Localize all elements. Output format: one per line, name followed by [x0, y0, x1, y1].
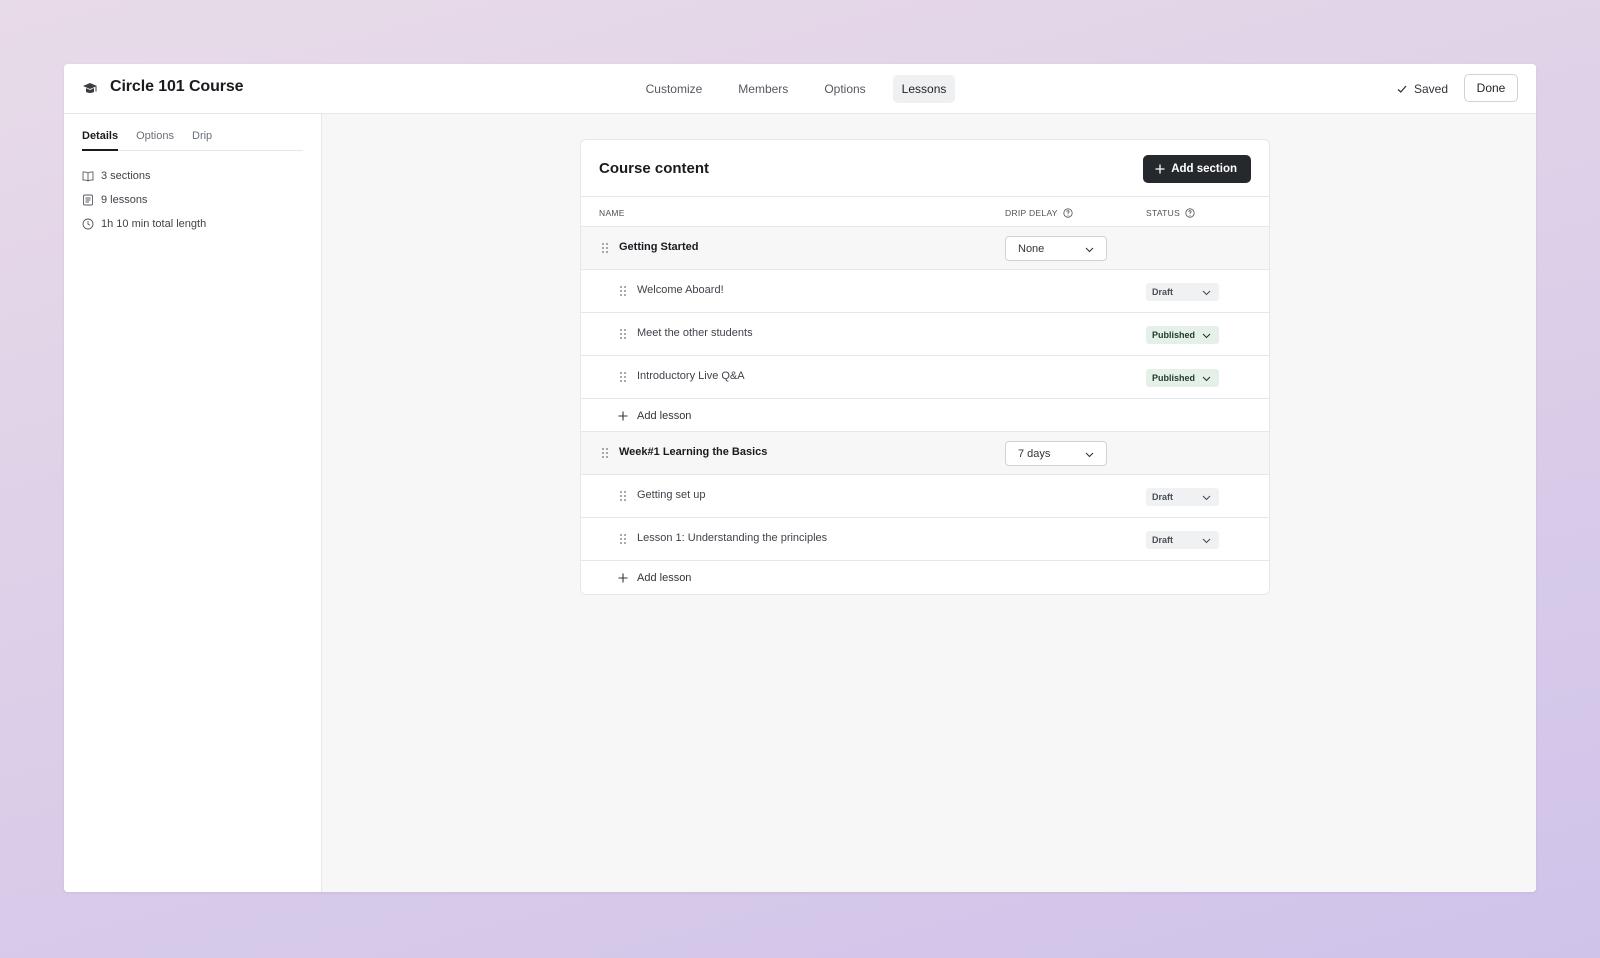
course-editor-window: Circle 101 Course Customize Members Opti… — [64, 64, 1536, 892]
help-icon[interactable] — [1185, 208, 1195, 218]
sidebar: Details Options Drip 3 sections 9 lesson… — [64, 114, 322, 892]
lesson-row[interactable]: Welcome Aboard! Draft — [581, 270, 1269, 313]
drag-handle-icon[interactable] — [601, 242, 609, 254]
top-bar: Circle 101 Course Customize Members Opti… — [64, 64, 1536, 114]
drag-handle-icon[interactable] — [619, 533, 627, 545]
lesson-name: Getting set up — [637, 489, 706, 501]
plus-icon — [1155, 164, 1165, 174]
status-value: Published — [1152, 373, 1196, 383]
chevron-down-icon — [1202, 376, 1211, 382]
drag-handle-icon[interactable] — [619, 490, 627, 502]
help-icon[interactable] — [1063, 208, 1073, 218]
add-section-button[interactable]: Add section — [1143, 155, 1251, 183]
status-select[interactable]: Draft — [1146, 283, 1219, 301]
status-select[interactable]: Draft — [1146, 531, 1219, 549]
tab-lessons[interactable]: Lessons — [892, 75, 956, 103]
tab-options[interactable]: Options — [815, 75, 874, 103]
top-nav: Customize Members Options Lessons — [64, 75, 1536, 103]
add-section-label: Add section — [1171, 163, 1237, 175]
sidebar-tabs: Details Options Drip — [82, 128, 303, 151]
section-name: Getting Started — [619, 241, 699, 253]
main-area: Course content Add section NAME DRIP DEL… — [322, 114, 1536, 892]
lesson-name: Introductory Live Q&A — [637, 370, 745, 382]
lesson-name: Meet the other students — [637, 327, 753, 339]
status-value: Draft — [1152, 535, 1174, 545]
stat-sections-label: 3 sections — [101, 170, 151, 182]
stat-lessons-label: 9 lessons — [101, 194, 148, 206]
chevron-down-icon — [1202, 333, 1211, 339]
sidebar-tab-drip[interactable]: Drip — [192, 128, 212, 151]
section-name: Week#1 Learning the Basics — [619, 446, 768, 458]
book-icon — [82, 171, 94, 182]
table-header: NAME DRIP DELAY STATUS — [581, 197, 1269, 227]
course-content-card: Course content Add section NAME DRIP DEL… — [580, 139, 1270, 595]
column-drip-delay: DRIP DELAY — [1005, 208, 1073, 218]
course-stats: 3 sections 9 lessons 1h 10 min total len… — [82, 168, 206, 240]
drag-handle-icon[interactable] — [619, 285, 627, 297]
status-select[interactable]: Published — [1146, 369, 1219, 387]
lesson-row[interactable]: Meet the other students Published — [581, 313, 1269, 356]
plus-icon — [618, 411, 628, 421]
drag-handle-icon[interactable] — [619, 371, 627, 383]
tab-customize[interactable]: Customize — [637, 75, 712, 103]
lesson-row[interactable]: Introductory Live Q&A Published — [581, 356, 1269, 399]
column-name-label: NAME — [599, 208, 625, 218]
lesson-name: Welcome Aboard! — [637, 284, 724, 296]
stat-lessons: 9 lessons — [82, 192, 206, 208]
add-lesson-row: Add lesson — [581, 399, 1269, 432]
status-select[interactable]: Published — [1146, 326, 1219, 344]
chevron-down-icon — [1085, 452, 1094, 458]
drip-delay-value: 7 days — [1018, 448, 1051, 460]
drip-delay-value: None — [1018, 243, 1045, 255]
section-row[interactable]: Getting Started None — [581, 227, 1269, 270]
column-status-label: STATUS — [1146, 208, 1181, 218]
section-row[interactable]: Week#1 Learning the Basics 7 days — [581, 432, 1269, 475]
chevron-down-icon — [1202, 495, 1211, 501]
drip-delay-select[interactable]: 7 days — [1005, 441, 1107, 466]
sidebar-tab-details[interactable]: Details — [82, 128, 119, 151]
drag-handle-icon[interactable] — [601, 447, 609, 459]
done-button[interactable]: Done — [1464, 74, 1518, 102]
chevron-down-icon — [1202, 290, 1211, 296]
lesson-name: Lesson 1: Understanding the principles — [637, 532, 828, 544]
column-drip-delay-label: DRIP DELAY — [1005, 208, 1058, 218]
plus-icon — [618, 573, 628, 583]
clock-icon — [82, 218, 94, 230]
check-icon — [1397, 85, 1407, 93]
column-status: STATUS — [1146, 208, 1195, 218]
column-name: NAME — [599, 208, 625, 218]
card-title: Course content — [599, 160, 710, 177]
drip-delay-select[interactable]: None — [1005, 236, 1107, 261]
status-value: Draft — [1152, 492, 1174, 502]
lesson-row[interactable]: Getting set up Draft — [581, 475, 1269, 518]
add-lesson-button[interactable]: Add lesson — [618, 410, 691, 422]
tab-members[interactable]: Members — [729, 75, 797, 103]
stat-length-label: 1h 10 min total length — [101, 218, 207, 230]
stat-length: 1h 10 min total length — [82, 216, 206, 232]
sidebar-tab-options[interactable]: Options — [136, 128, 174, 151]
saved-indicator: Saved — [1396, 82, 1448, 96]
chevron-down-icon — [1085, 247, 1094, 253]
lesson-row[interactable]: Lesson 1: Understanding the principles D… — [581, 518, 1269, 561]
drag-handle-icon[interactable] — [619, 328, 627, 340]
chevron-down-icon — [1202, 538, 1211, 544]
status-value: Published — [1152, 330, 1196, 340]
stat-sections: 3 sections — [82, 168, 206, 184]
add-lesson-label: Add lesson — [637, 572, 692, 584]
card-header: Course content Add section — [581, 140, 1269, 197]
add-lesson-button[interactable]: Add lesson — [618, 572, 691, 584]
document-icon — [83, 194, 93, 206]
add-lesson-row: Add lesson — [581, 561, 1269, 594]
add-lesson-label: Add lesson — [637, 410, 692, 422]
status-select[interactable]: Draft — [1146, 488, 1219, 506]
status-value: Draft — [1152, 287, 1174, 297]
saved-label: Saved — [1413, 82, 1448, 96]
